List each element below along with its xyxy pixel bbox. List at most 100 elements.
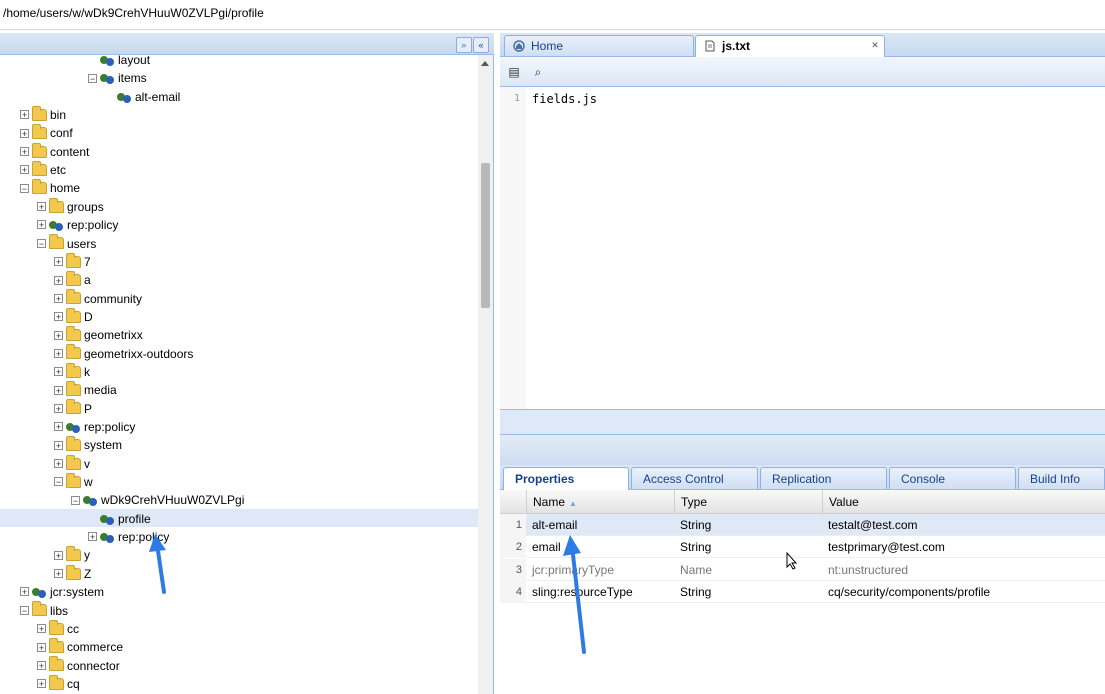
collapse-icon[interactable]: − xyxy=(37,238,46,248)
tree-node[interactable]: + groups xyxy=(0,197,478,215)
tree-scrollbar[interactable] xyxy=(478,55,493,694)
tree-node[interactable]: + geometrixx-outdoors xyxy=(0,344,478,362)
expand-icon[interactable]: + xyxy=(37,660,46,670)
editor-toolbar: ▤ ⌕ xyxy=(500,57,1105,87)
expand-icon[interactable]: + xyxy=(20,165,29,175)
tab-replication[interactable]: Replication xyxy=(760,467,887,489)
close-tab-icon[interactable]: ✕ xyxy=(870,40,880,50)
tree-node[interactable]: +7 xyxy=(0,252,478,270)
tree-node[interactable]: + P xyxy=(0,399,478,417)
code-editor[interactable]: 1 fields.js xyxy=(500,87,1105,409)
tree-node-label: system xyxy=(84,438,123,453)
expand-icon[interactable]: + xyxy=(54,330,63,340)
tree-node[interactable]: + conf xyxy=(0,123,478,141)
collapse-icon[interactable]: − xyxy=(71,495,80,505)
expand-icon[interactable]: + xyxy=(20,587,29,597)
expand-icon[interactable]: + xyxy=(54,440,63,450)
tab-js-txt[interactable]: js.txt ✕ xyxy=(695,35,885,57)
tree-node[interactable]: + bin xyxy=(0,105,478,123)
tree-node[interactable]: + media xyxy=(0,380,478,398)
tab-home[interactable]: Home xyxy=(504,35,694,56)
tree-node[interactable]: + k xyxy=(0,362,478,380)
tree-node-label: users xyxy=(67,236,97,251)
tree-node[interactable]: − items xyxy=(0,68,478,86)
tree-node[interactable]: + a xyxy=(0,270,478,288)
expand-icon[interactable]: + xyxy=(37,642,46,652)
column-type-label: Type xyxy=(681,495,708,509)
tree-node[interactable]: − users xyxy=(0,234,478,252)
expand-icon[interactable]: + xyxy=(54,422,63,432)
tree-node[interactable]: + cq xyxy=(0,674,478,692)
tab-properties[interactable]: Properties xyxy=(503,467,629,490)
column-value-header[interactable]: Value xyxy=(822,490,1105,514)
tree-node[interactable]: + community xyxy=(0,289,478,307)
collapse-left-icon[interactable]: « xyxy=(473,37,489,53)
tree-node[interactable]: − libs xyxy=(0,601,478,619)
scroll-up-icon[interactable] xyxy=(481,61,489,66)
tree-node[interactable]: + geometrixx xyxy=(0,325,478,343)
tree-node[interactable]: + system xyxy=(0,435,478,453)
tree-node[interactable]: + content xyxy=(0,142,478,160)
expand-icon[interactable]: + xyxy=(37,220,46,230)
tree-node[interactable]: + y xyxy=(0,545,478,563)
tree-node[interactable]: + v xyxy=(0,454,478,472)
tree-node[interactable]: − wDk9CrehVHuuW0ZVLPgi xyxy=(0,490,478,508)
collapse-icon[interactable]: − xyxy=(88,73,97,83)
expand-icon[interactable]: + xyxy=(54,569,63,579)
row-number: 1 xyxy=(500,514,526,536)
expand-icon[interactable]: + xyxy=(20,110,29,120)
format-icon[interactable]: ▤ xyxy=(507,65,521,79)
path-input[interactable] xyxy=(3,6,603,20)
expand-icon[interactable]: + xyxy=(54,275,63,285)
folder-icon xyxy=(66,399,81,415)
tree-node[interactable]: alt-email xyxy=(0,87,478,105)
expand-icon[interactable]: + xyxy=(54,293,63,303)
tree-node[interactable]: + Z xyxy=(0,564,478,582)
tree-node[interactable]: − home xyxy=(0,178,478,196)
expand-icon[interactable]: + xyxy=(54,385,63,395)
tab-console[interactable]: Console xyxy=(889,467,1016,489)
binoculars-icon[interactable]: ⌕ xyxy=(456,37,472,53)
column-name-header[interactable]: Name ▲ xyxy=(526,490,674,514)
expand-icon[interactable]: + xyxy=(88,532,97,542)
expand-icon[interactable]: + xyxy=(20,128,29,138)
tree-node[interactable]: + rep:policy xyxy=(0,417,478,435)
repository-tree: layout − items alt-email + bin + conf + content + e… xyxy=(0,55,478,694)
tree-node[interactable]: + cc xyxy=(0,619,478,637)
expand-icon[interactable]: + xyxy=(54,348,63,358)
tree-node[interactable]: + commerce xyxy=(0,637,478,655)
tree-node[interactable]: profile xyxy=(0,508,478,527)
tab-build-info-label: Build Info xyxy=(1030,472,1081,486)
code-line[interactable]: fields.js xyxy=(532,92,597,106)
cell-type: String xyxy=(680,518,712,532)
expand-icon[interactable]: + xyxy=(37,679,46,689)
expand-icon[interactable]: + xyxy=(54,367,63,377)
collapse-icon[interactable]: − xyxy=(20,183,29,193)
tree-node-label: content xyxy=(50,144,90,159)
collapse-icon[interactable]: − xyxy=(20,605,29,615)
expand-icon[interactable]: + xyxy=(20,147,29,157)
tree-node[interactable]: + rep:policy xyxy=(0,527,478,545)
tree-node[interactable]: + connector xyxy=(0,656,478,674)
tree-node[interactable]: + etc xyxy=(0,160,478,178)
binoculars-search-icon[interactable]: ⌕ xyxy=(531,65,545,79)
expand-icon[interactable]: + xyxy=(37,202,46,212)
scroll-thumb[interactable] xyxy=(481,163,490,308)
tree-node[interactable]: − w xyxy=(0,472,478,490)
tree-node[interactable]: + rep:policy xyxy=(0,215,478,233)
tab-build-info[interactable]: Build Info xyxy=(1018,467,1105,489)
panel-splitter[interactable] xyxy=(500,409,1105,435)
column-type-header[interactable]: Type xyxy=(674,490,822,514)
tree-node[interactable]: + D xyxy=(0,307,478,325)
expand-icon[interactable]: + xyxy=(54,257,63,267)
row-number-header xyxy=(500,490,526,514)
expand-icon[interactable]: + xyxy=(54,403,63,413)
expand-icon[interactable]: + xyxy=(54,459,63,469)
expand-icon[interactable]: + xyxy=(54,312,63,322)
tab-access-control[interactable]: Access Control xyxy=(631,467,758,489)
expand-icon[interactable]: + xyxy=(37,624,46,634)
tree-node[interactable]: + jcr:system xyxy=(0,582,478,600)
collapse-icon[interactable]: − xyxy=(54,477,63,487)
expand-icon[interactable]: + xyxy=(54,550,63,560)
tree-node[interactable]: layout xyxy=(0,55,478,68)
